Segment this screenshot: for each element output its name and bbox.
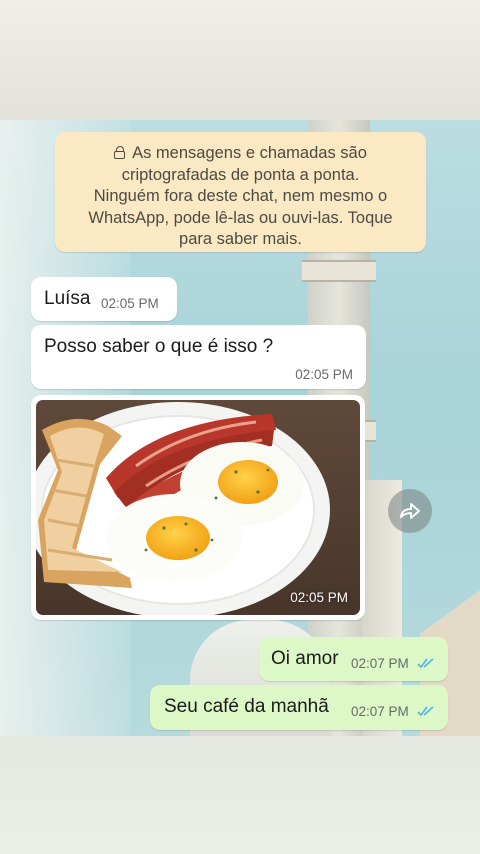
breakfast-photo[interactable]: 02:05 PM	[36, 400, 360, 615]
double-check-icon	[417, 658, 434, 669]
encryption-notice-text: WhatsApp, pode lê-las ou ouvi-las. Toque	[88, 208, 393, 227]
message-bubble-incoming[interactable]: Luísa 02:05 PM	[31, 277, 177, 321]
encryption-notice[interactable]: As mensagens e chamadas são criptografad…	[55, 132, 426, 252]
message-bubble-outgoing[interactable]: Oi amor 02:07 PM	[259, 637, 448, 681]
message-time: 02:05 PM	[101, 296, 159, 311]
encryption-notice-text: As mensagens e chamadas são	[132, 144, 367, 162]
lock-icon	[114, 146, 126, 159]
message-text: Seu café da manhã	[164, 696, 329, 717]
message-text: Oi amor	[271, 648, 339, 669]
message-bubble-incoming[interactable]: Posso saber o que é isso ? 02:05 PM	[31, 325, 366, 389]
double-check-icon	[417, 706, 434, 717]
forward-icon	[400, 503, 420, 519]
message-bubble-outgoing[interactable]: Seu café da manhã 02:07 PM	[150, 685, 448, 730]
message-text: Posso saber o que é isso ?	[44, 336, 274, 357]
message-time: 02:05 PM	[290, 590, 348, 605]
image-message[interactable]: 02:05 PM	[31, 395, 365, 620]
forward-button[interactable]	[388, 489, 432, 533]
encryption-notice-line: As mensagens e chamadas são	[71, 143, 410, 165]
message-time: 02:05 PM	[295, 367, 353, 382]
message-time: 02:07 PM	[351, 704, 409, 719]
message-time: 02:07 PM	[351, 656, 409, 671]
breakfast-photo-illustration	[36, 400, 360, 615]
message-text: Luísa	[44, 288, 91, 309]
wallpaper-minaret-balcony	[302, 260, 376, 282]
top-letterbox	[0, 0, 480, 120]
encryption-notice-text: Ninguém fora deste chat, nem mesmo o	[93, 187, 388, 205]
encryption-notice-text: criptografadas de ponta a ponta.	[121, 165, 360, 184]
encryption-notice-text: para saber mais.	[179, 230, 302, 248]
bottom-letterbox	[0, 736, 480, 854]
